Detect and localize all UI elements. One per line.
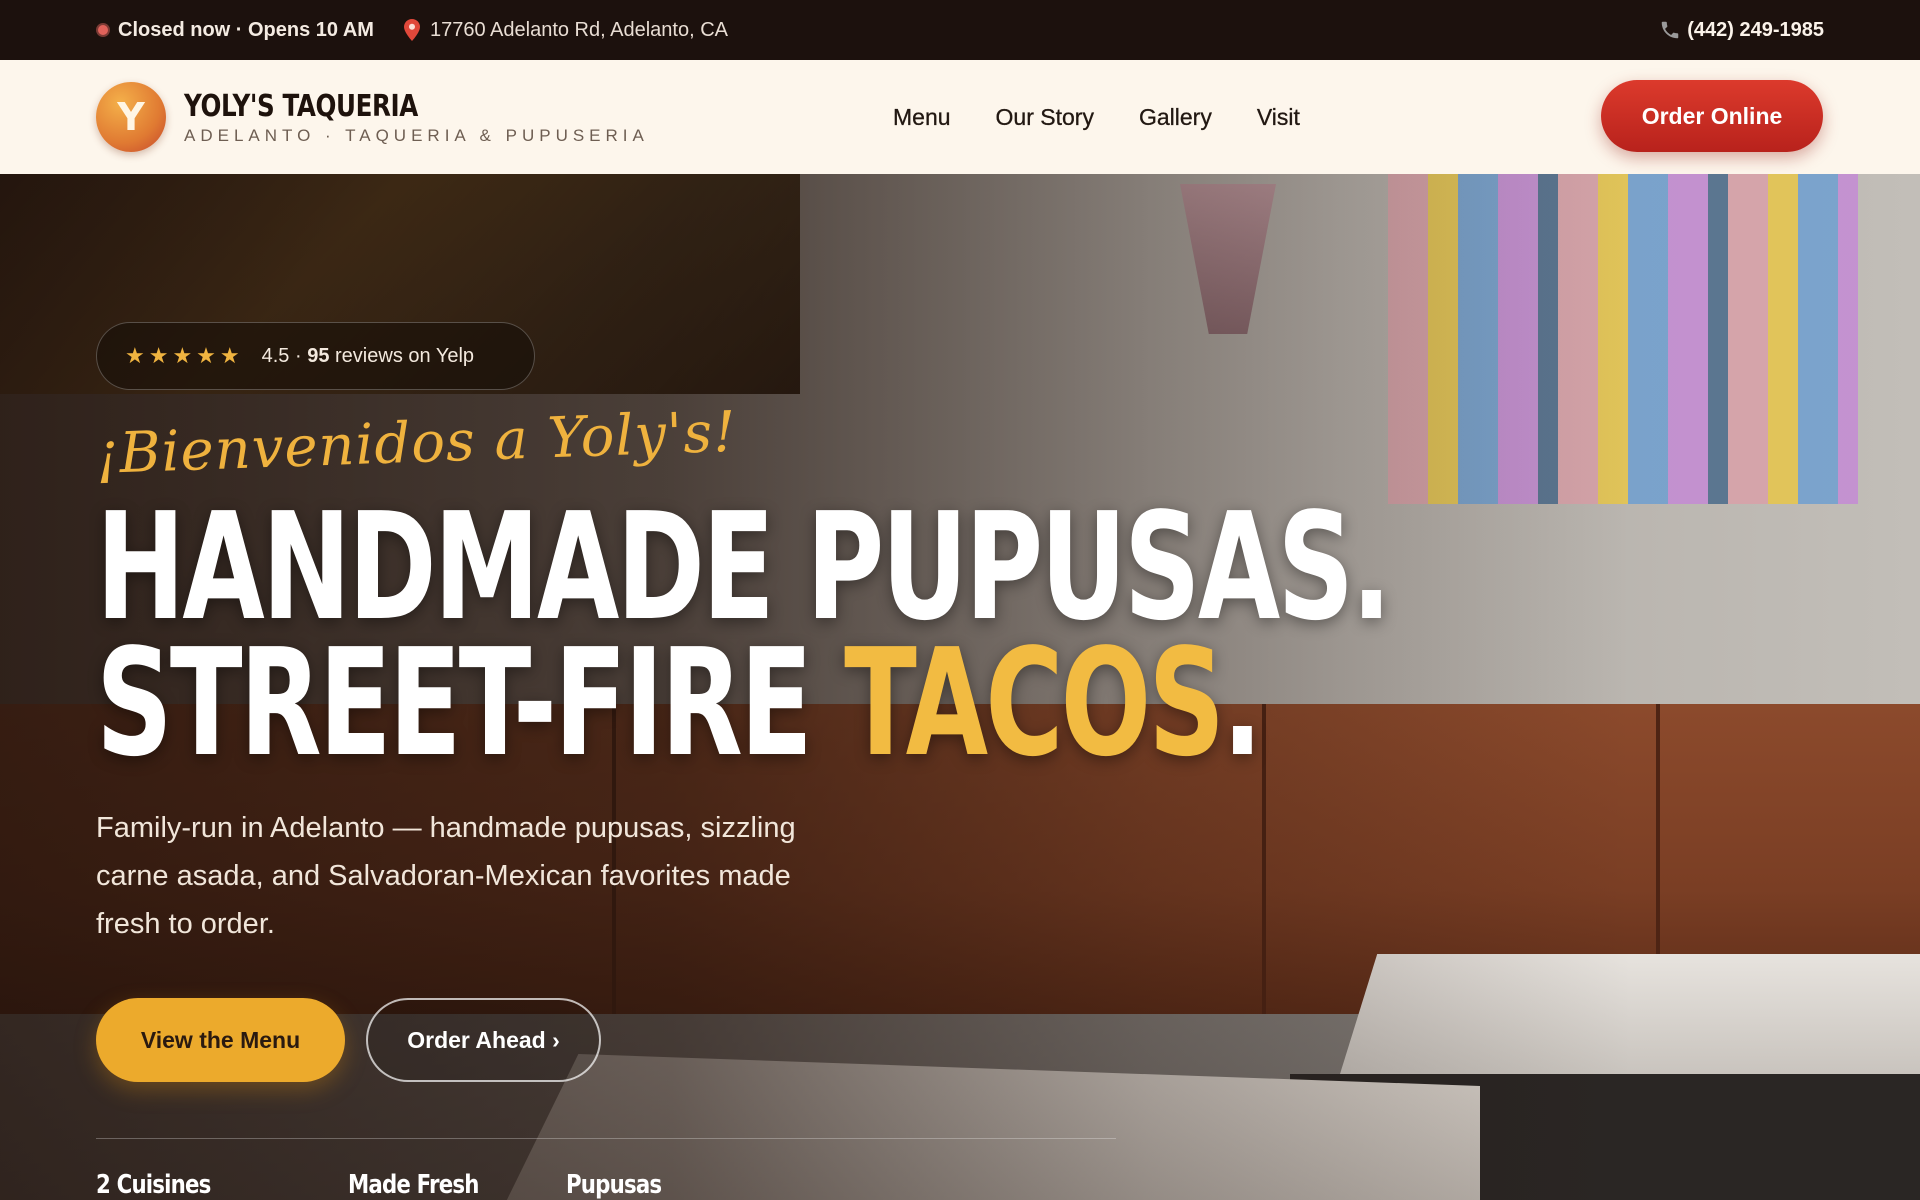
order-ahead-button[interactable]: Order Ahead › (366, 998, 601, 1082)
view-menu-button[interactable]: View the Menu (96, 998, 345, 1082)
hero-description: Family-run in Adelanto — handmade pupusa… (96, 812, 796, 940)
address-text: 17760 Adelanto Rd, Adelanto, CA (429, 18, 728, 41)
phone-link[interactable]: (442) 249-1985 (1659, 19, 1824, 42)
nav-link-menu[interactable]: Menu (893, 103, 951, 131)
status-dot-icon (96, 23, 110, 37)
nav-links: Menu Our Story Gallery Visit (893, 60, 1300, 174)
rating-text: 4.5 · 95 reviews on Yelp (261, 344, 475, 367)
yelp-rating-badge[interactable]: ★★★★★ 4.5 · 95 reviews on Yelp (96, 322, 535, 390)
brand-subtitle: ADELANTO · TAQUERIA & PUPUSERIA (184, 125, 649, 145)
open-status: Closed now · Opens 10 AM (96, 19, 374, 42)
headline-line-1: HANDMADE PUPUSAS. (96, 481, 1392, 653)
brand-block[interactable]: YOLY'S TAQUERIA ADELANTO · TAQUERIA & PU… (184, 89, 649, 146)
order-online-button[interactable]: Order Online (1601, 80, 1823, 152)
logo-letter: Y (117, 95, 145, 139)
nav-link-visit[interactable]: Visit (1257, 103, 1300, 131)
main-nav: Y YOLY'S TAQUERIA ADELANTO · TAQUERIA & … (0, 60, 1920, 174)
hero-stats: 2 Cuisines Made Fresh Pupusas (96, 1170, 682, 1200)
address[interactable]: 17760 Adelanto Rd, Adelanto, CA (403, 18, 728, 42)
stat-pupusas: Pupusas (566, 1170, 662, 1200)
info-bar: Closed now · Opens 10 AM 17760 Adelanto … (0, 0, 1920, 60)
nav-link-gallery[interactable]: Gallery (1139, 103, 1212, 131)
map-pin-icon (403, 19, 420, 41)
headline-line-2: STREET-FIRE TACOS. (96, 617, 1263, 790)
nav-link-our-story[interactable]: Our Story (995, 103, 1094, 131)
phone-icon (1661, 21, 1679, 39)
phone-number: (442) 249-1985 (1687, 18, 1824, 41)
divider (96, 1138, 1116, 1139)
logo[interactable]: Y (96, 82, 166, 152)
brand-name: YOLY'S TAQUERIA (184, 88, 418, 124)
stat-cuisines: 2 Cuisines (96, 1170, 211, 1200)
star-rating-icon: ★★★★★ (125, 343, 244, 368)
stat-made-fresh: Made Fresh (348, 1170, 479, 1200)
hero-headline: HANDMADE PUPUSAS. STREET-FIRE TACOS. (96, 481, 1392, 790)
open-status-text: Closed now · Opens 10 AM (118, 18, 374, 41)
hero-section: ★★★★★ 4.5 · 95 reviews on Yelp ¡Bienveni… (0, 174, 1920, 1200)
headline-accent: TACOS (844, 617, 1225, 790)
